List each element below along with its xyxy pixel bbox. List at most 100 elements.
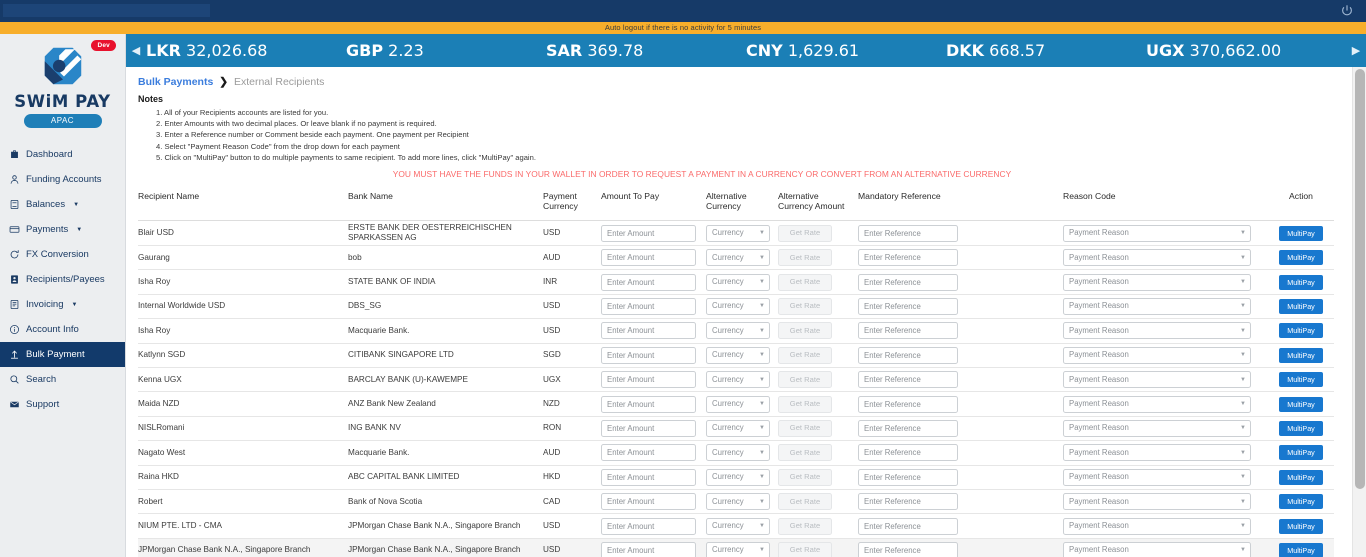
multipay-button[interactable]: MultiPay [1279,494,1323,509]
reason-code-select[interactable]: Payment Reason▼ [1063,542,1251,557]
sidebar-item-funding-accounts[interactable]: Funding Accounts [0,167,125,192]
alternative-currency-select[interactable]: Currency▼ [706,518,770,535]
ticker-prev-icon[interactable]: ◀ [126,44,146,57]
amount-input[interactable]: Enter Amount [601,322,696,339]
multipay-button[interactable]: MultiPay [1279,543,1323,557]
get-rate-button[interactable]: Get Rate [778,322,832,339]
sidebar-item-dashboard[interactable]: Dashboard [0,142,125,167]
amount-input[interactable]: Enter Amount [601,518,696,535]
reference-input[interactable]: Enter Reference [858,322,958,339]
reference-input[interactable]: Enter Reference [858,225,958,242]
reason-code-select[interactable]: Payment Reason▼ [1063,469,1251,486]
reference-input[interactable]: Enter Reference [858,298,958,315]
alternative-currency-select[interactable]: Currency▼ [706,444,770,461]
multipay-button[interactable]: MultiPay [1279,445,1323,460]
sidebar-item-recipients-payees[interactable]: Recipients/Payees [0,267,125,292]
sidebar-item-balances[interactable]: Balances ▼ [0,192,125,217]
get-rate-button[interactable]: Get Rate [778,225,832,242]
reason-code-select[interactable]: Payment Reason▼ [1063,322,1251,339]
alternative-currency-select[interactable]: Currency▼ [706,298,770,315]
breadcrumb-parent[interactable]: Bulk Payments [138,76,213,88]
get-rate-button[interactable]: Get Rate [778,371,832,388]
reference-input[interactable]: Enter Reference [858,274,958,291]
amount-input[interactable]: Enter Amount [601,444,696,461]
amount-input[interactable]: Enter Amount [601,396,696,413]
reference-input[interactable]: Enter Reference [858,542,958,557]
multipay-button[interactable]: MultiPay [1279,323,1323,338]
get-rate-button[interactable]: Get Rate [778,420,832,437]
reference-input[interactable]: Enter Reference [858,396,958,413]
reason-code-select[interactable]: Payment Reason▼ [1063,396,1251,413]
multipay-button[interactable]: MultiPay [1279,250,1323,265]
amount-input[interactable]: Enter Amount [601,274,696,291]
sidebar-item-bulk-payment[interactable]: Bulk Payment [0,342,125,367]
alternative-currency-select[interactable]: Currency▼ [706,396,770,413]
reason-code-select[interactable]: Payment Reason▼ [1063,249,1251,266]
get-rate-button[interactable]: Get Rate [778,469,832,486]
multipay-button[interactable]: MultiPay [1279,372,1323,387]
multipay-button[interactable]: MultiPay [1279,519,1323,534]
reason-code-select[interactable]: Payment Reason▼ [1063,274,1251,291]
reason-code-select[interactable]: Payment Reason▼ [1063,493,1251,510]
reason-code-select[interactable]: Payment Reason▼ [1063,420,1251,437]
reason-code-select[interactable]: Payment Reason▼ [1063,444,1251,461]
multipay-button[interactable]: MultiPay [1279,397,1323,412]
alternative-currency-select[interactable]: Currency▼ [706,225,770,242]
reference-input[interactable]: Enter Reference [858,347,958,364]
alternative-currency-select[interactable]: Currency▼ [706,420,770,437]
reference-input[interactable]: Enter Reference [858,371,958,388]
sidebar-item-payments[interactable]: Payments ▼ [0,217,125,242]
reference-input[interactable]: Enter Reference [858,444,958,461]
get-rate-button[interactable]: Get Rate [778,518,832,535]
alternative-currency-select[interactable]: Currency▼ [706,469,770,486]
alternative-currency-select[interactable]: Currency▼ [706,274,770,291]
sidebar-item-invoicing[interactable]: Invoicing ▼ [0,292,125,317]
amount-input[interactable]: Enter Amount [601,347,696,364]
brand-logo-block[interactable]: Dev SWiM PAY APAC [0,34,125,128]
alternative-currency-select[interactable]: Currency▼ [706,493,770,510]
amount-input[interactable]: Enter Amount [601,542,696,557]
reason-code-select[interactable]: Payment Reason▼ [1063,347,1251,364]
ticker-next-icon[interactable]: ▶ [1346,44,1366,57]
amount-input[interactable]: Enter Amount [601,249,696,266]
reference-input[interactable]: Enter Reference [858,249,958,266]
amount-input[interactable]: Enter Amount [601,298,696,315]
amount-input[interactable]: Enter Amount [601,371,696,388]
get-rate-button[interactable]: Get Rate [778,347,832,364]
reason-code-select[interactable]: Payment Reason▼ [1063,518,1251,535]
multipay-button[interactable]: MultiPay [1279,470,1323,485]
sidebar-item-support[interactable]: Support [0,392,125,417]
reference-input[interactable]: Enter Reference [858,518,958,535]
get-rate-button[interactable]: Get Rate [778,542,832,557]
get-rate-button[interactable]: Get Rate [778,493,832,510]
get-rate-button[interactable]: Get Rate [778,298,832,315]
multipay-button[interactable]: MultiPay [1279,275,1323,290]
amount-input[interactable]: Enter Amount [601,420,696,437]
multipay-button[interactable]: MultiPay [1279,348,1323,363]
sidebar-item-fx-conversion[interactable]: FX Conversion [0,242,125,267]
get-rate-button[interactable]: Get Rate [778,249,832,266]
amount-input[interactable]: Enter Amount [601,225,696,242]
reference-input[interactable]: Enter Reference [858,493,958,510]
alternative-currency-select[interactable]: Currency▼ [706,371,770,388]
alternative-currency-select[interactable]: Currency▼ [706,322,770,339]
amount-input[interactable]: Enter Amount [601,493,696,510]
page-scrollbar-thumb[interactable] [1355,69,1365,489]
reference-input[interactable]: Enter Reference [858,469,958,486]
get-rate-button[interactable]: Get Rate [778,444,832,461]
sidebar-item-account-info[interactable]: Account Info [0,317,125,342]
multipay-button[interactable]: MultiPay [1279,421,1323,436]
reference-input[interactable]: Enter Reference [858,420,958,437]
amount-input[interactable]: Enter Amount [601,469,696,486]
reason-code-select[interactable]: Payment Reason▼ [1063,225,1251,242]
alternative-currency-select[interactable]: Currency▼ [706,249,770,266]
alternative-currency-select[interactable]: Currency▼ [706,542,770,557]
multipay-button[interactable]: MultiPay [1279,226,1323,241]
get-rate-button[interactable]: Get Rate [778,274,832,291]
page-scrollbar-track[interactable] [1352,67,1366,557]
reason-code-select[interactable]: Payment Reason▼ [1063,298,1251,315]
power-icon[interactable] [1340,4,1354,18]
reason-code-select[interactable]: Payment Reason▼ [1063,371,1251,388]
sidebar-item-search[interactable]: Search [0,367,125,392]
alternative-currency-select[interactable]: Currency▼ [706,347,770,364]
